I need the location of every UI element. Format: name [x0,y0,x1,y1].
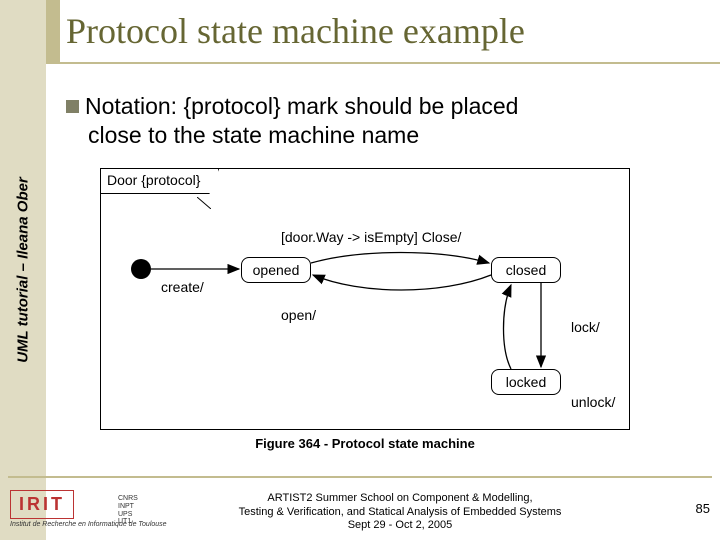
diagram-tab: Door {protocol} [100,168,219,194]
affil-ups: UPS [118,511,138,519]
irit-logo: IRIT Institut de Recherche en Informatiq… [10,490,190,526]
bullet-text: Notation: {protocol} mark should be plac… [66,92,696,150]
tab-leader-line [197,197,211,209]
label-guard: [door.Way -> isEmpty] Close/ [281,229,461,245]
state-opened: opened [241,257,311,283]
title-accent [46,0,60,62]
initial-state-icon [131,259,151,279]
footer-line1: ARTIST2 Summer School on Component & Mod… [200,492,600,505]
affil-cnrs: CNRS [118,495,138,503]
affil-ut1: UT1 [118,518,138,526]
label-create: create/ [161,279,204,295]
page-number: 85 [696,501,710,516]
footer-text: ARTIST2 Summer School on Component & Mod… [200,492,600,532]
state-closed: closed [491,257,561,283]
state-locked: locked [491,369,561,395]
logo-affiliations: CNRS INPT UPS UT1 [118,495,138,526]
bullet-line1c: mark should be placed [281,93,519,119]
slide-title: Protocol state machine example [60,10,525,52]
logo-subtitle: Institut de Recherche en Informatique de… [10,521,190,528]
bullet-icon [66,100,79,113]
affil-inpt: INPT [118,503,138,511]
label-lock: lock/ [571,319,600,335]
title-row: Protocol state machine example [46,0,720,62]
logo-text: IRIT [10,490,74,519]
footer-line3: Sept 29 - Oct 2, 2005 [200,519,600,532]
bullet-line1a: Notation: [85,93,183,119]
figure-caption: Figure 364 - Protocol state machine [100,436,630,451]
footer-divider [8,476,712,478]
label-unlock: unlock/ [571,394,615,410]
footer: IRIT Institut de Recherche en Informatiq… [0,480,720,540]
sidebar-label: UML tutorial – Ileana Ober [15,177,32,363]
bullet-protocol: {protocol} [183,93,280,119]
sidebar: UML tutorial – Ileana Ober [0,0,46,540]
footer-line2: Testing & Verification, and Statical Ana… [200,506,600,519]
title-underline [46,62,720,64]
label-open: open/ [281,307,316,323]
bullet-line2: close to the state machine name [66,121,696,150]
state-diagram: Door {protocol} opened closed locked cre… [100,168,630,430]
